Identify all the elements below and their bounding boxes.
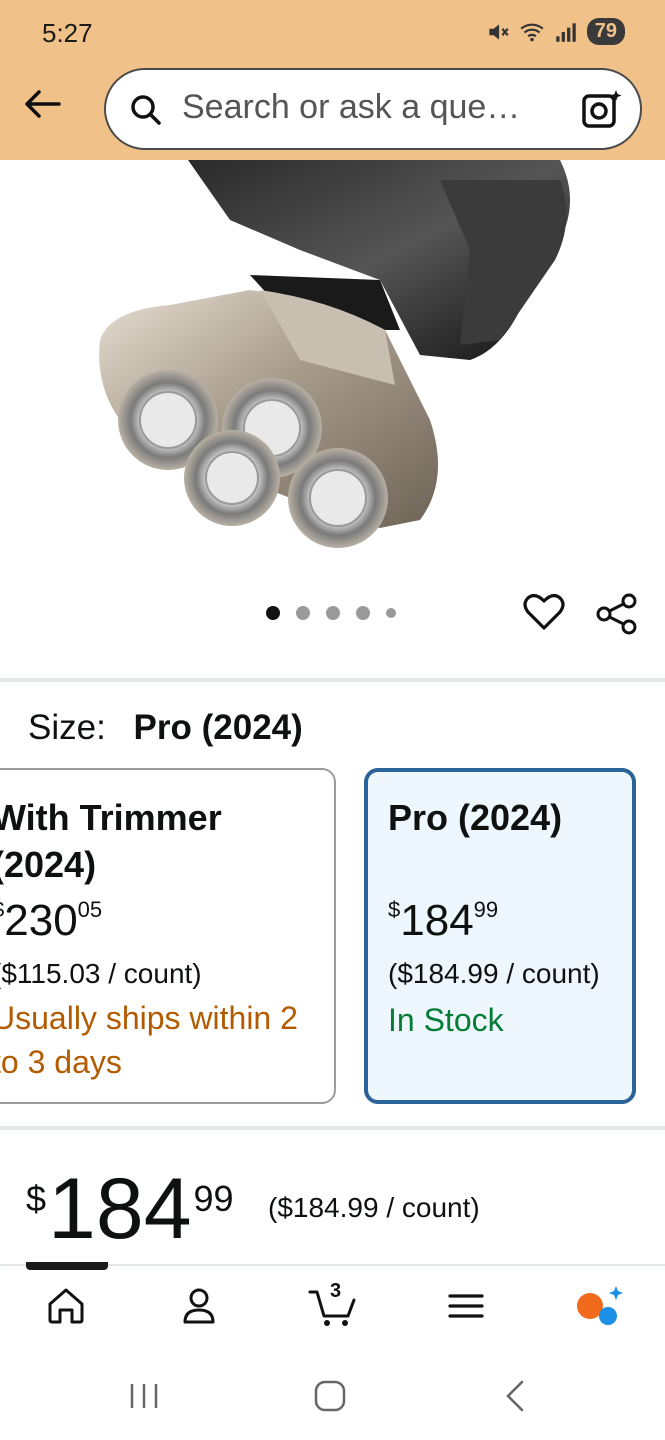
option-price: $18499 <box>388 896 499 945</box>
image-carousel-dots[interactable] <box>266 606 396 620</box>
option-price: $23005 <box>0 896 103 945</box>
status-bar: 5:27 79 <box>0 0 665 64</box>
search-bar[interactable]: Search or ask a que… <box>104 68 642 150</box>
back-button[interactable] <box>20 82 64 126</box>
carousel-dot[interactable] <box>326 606 340 620</box>
status-icons: 79 <box>485 18 625 45</box>
menu-icon[interactable] <box>444 1284 488 1328</box>
price-per-unit: ($184.99 / count) <box>268 1192 480 1223</box>
option-unit-price: ($184.99 / count) <box>388 958 600 989</box>
divider <box>0 678 665 682</box>
back-arrow-icon <box>25 90 61 118</box>
option-availability: Usually ships within 2 to 3 days <box>0 1000 298 1080</box>
carousel-dot[interactable] <box>266 606 280 620</box>
signal-icon <box>556 22 576 42</box>
product-image[interactable] <box>0 160 665 600</box>
home-button-icon[interactable] <box>310 1376 350 1416</box>
shaver-image <box>99 160 570 548</box>
wifi-icon <box>520 23 544 41</box>
battery-indicator: 79 <box>586 18 625 45</box>
size-selector-header: Size: Pro (2024) <box>28 708 303 748</box>
recent-apps-icon[interactable] <box>124 1376 164 1416</box>
size-value: Pro (2024) <box>133 708 303 747</box>
cart-count-badge: 3 <box>330 1280 342 1302</box>
share-icon[interactable] <box>596 592 638 636</box>
option-title: With Trimmer (2024) <box>0 797 222 885</box>
product-price: $ 184 99 <box>26 1162 234 1256</box>
size-option-card-selected[interactable]: Pro (2024) $18499 ($184.99 / count) In S… <box>364 768 636 1104</box>
carousel-dot[interactable] <box>356 606 370 620</box>
option-availability: In Stock <box>388 1002 504 1038</box>
camera-search-icon[interactable] <box>580 88 622 130</box>
search-input[interactable]: Search or ask a que… <box>182 88 520 127</box>
system-back-icon[interactable] <box>496 1376 536 1416</box>
rufus-icon[interactable] <box>574 1284 624 1328</box>
price-whole: 184 <box>48 1161 192 1257</box>
app-header: 5:27 79 Search or ask a que… <box>0 0 665 160</box>
size-label: Size: <box>28 708 106 747</box>
size-option-card[interactable]: With Trimmer (2024) $23005 ($115.03 / co… <box>0 768 336 1104</box>
divider <box>0 1126 665 1130</box>
status-time: 5:27 <box>42 18 93 48</box>
wishlist-heart-icon[interactable] <box>522 590 566 634</box>
carousel-dot[interactable] <box>296 606 310 620</box>
carousel-dot[interactable] <box>386 608 396 618</box>
price-cents: 99 <box>193 1178 234 1219</box>
active-tab-indicator <box>26 1262 108 1270</box>
home-icon[interactable] <box>44 1284 88 1328</box>
account-icon[interactable] <box>177 1284 221 1328</box>
mute-icon <box>489 23 509 40</box>
search-icon <box>131 95 161 125</box>
price-symbol: $ <box>26 1178 47 1219</box>
option-title: Pro (2024) <box>388 797 563 838</box>
option-unit-price: ($115.03 / count) <box>0 958 202 989</box>
